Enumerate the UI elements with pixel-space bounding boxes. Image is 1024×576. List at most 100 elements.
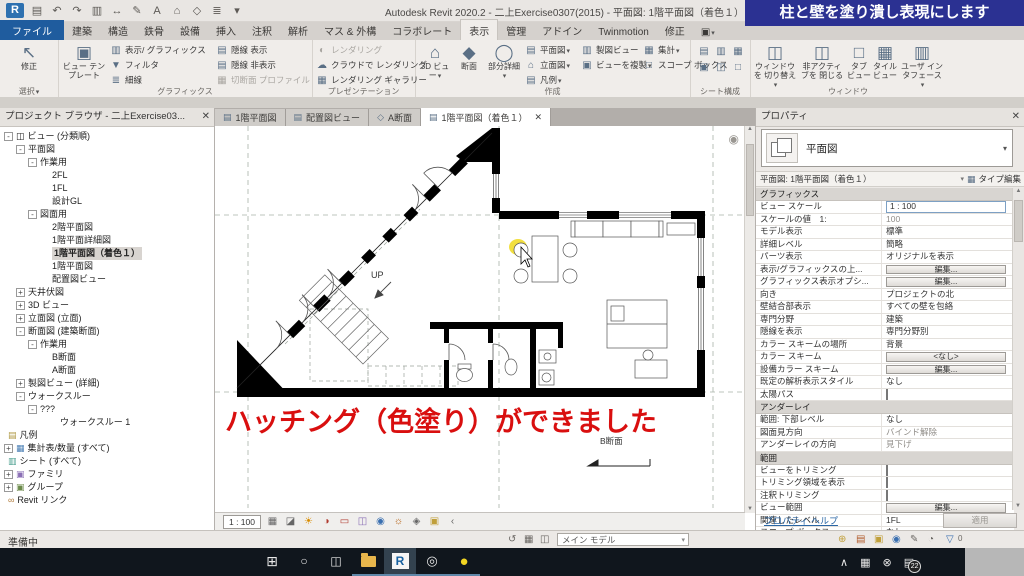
close-icon[interactable]: ✕	[1012, 108, 1020, 126]
reveal-constraints-icon[interactable]: ▣	[428, 516, 441, 527]
view-icon[interactable]: ◫	[540, 534, 549, 545]
tree-item[interactable]: 設計GL	[0, 195, 214, 208]
default-3d-view-icon[interactable]: ⌂	[170, 5, 184, 17]
tab-view[interactable]: 表示	[460, 19, 498, 40]
legends-button[interactable]: ▤ 凡例	[525, 73, 562, 87]
edit-button[interactable]: 編集...	[886, 265, 1006, 275]
type-selector[interactable]: 平面図 ▾	[761, 129, 1013, 167]
visibility-graphics-button[interactable]: ▥ 表示/ グラフィックス	[110, 43, 206, 57]
detail-level-icon[interactable]: ▦	[266, 516, 279, 527]
panel-create-label[interactable]: 作成	[415, 86, 690, 97]
checkbox[interactable]	[886, 465, 888, 476]
tree-item[interactable]: -図面用	[0, 208, 214, 221]
title-block-icon[interactable]: ▥	[715, 46, 727, 57]
tree-item[interactable]: 1階平面図	[0, 260, 214, 273]
sun-path-icon[interactable]: ☀	[302, 516, 315, 527]
editable-only-icon[interactable]: ✎	[910, 534, 918, 545]
user-interface-button[interactable]: ▥ ユーザ インタフェース	[900, 43, 944, 90]
panel-sheet-label[interactable]: シート構成	[690, 86, 750, 97]
cortana-button[interactable]: ○	[288, 548, 320, 576]
thin-lines-icon[interactable]: ≣	[210, 4, 224, 17]
checkbox[interactable]	[886, 477, 888, 488]
tree-item[interactable]: ∞Revit リンク	[0, 494, 214, 507]
filter-icon[interactable]: ▽	[946, 534, 954, 545]
schedules-button[interactable]: ▦ 集計	[643, 43, 680, 57]
tab-modify[interactable]: 修正	[657, 20, 693, 40]
tab-twinmotion[interactable]: Twinmotion	[590, 24, 657, 40]
tab-collaborate[interactable]: コラボレート	[384, 20, 460, 40]
visual-style-icon[interactable]: ◪	[284, 516, 297, 527]
shadows-icon[interactable]: ◑	[320, 516, 333, 527]
steering-wheel-icon[interactable]: ◉	[729, 132, 739, 146]
worksets-icon[interactable]: ⊕	[838, 534, 846, 545]
properties-help-link[interactable]: プロパティ ヘルプ	[764, 514, 838, 527]
edit-button[interactable]: 編集...	[886, 277, 1006, 287]
tree-item[interactable]: A断面	[0, 364, 214, 377]
chevron-down-icon[interactable]: ▾	[1003, 144, 1012, 153]
tab-annotate[interactable]: 注釈	[244, 20, 280, 40]
drawing-area[interactable]: UP B断面 ◉	[215, 126, 755, 530]
apply-button[interactable]: 適用	[943, 513, 1017, 528]
panel-select-label[interactable]: 選択	[0, 86, 58, 97]
tree-item[interactable]: 2階平面図	[0, 221, 214, 234]
close-icon[interactable]: ✕	[202, 108, 210, 126]
section-header[interactable]: アンダーレイ	[756, 401, 1014, 414]
thin-lines-button[interactable]: ≣ 細線	[110, 73, 142, 87]
plan-views-button[interactable]: ▤ 平面図	[525, 43, 570, 57]
view-tab-active[interactable]: ▤1階平面図（着色１）✕	[421, 108, 551, 126]
keyboard-icon[interactable]: ▦	[860, 556, 870, 569]
design-options-icon[interactable]: ▤	[856, 534, 865, 545]
analytical-model-icon[interactable]: ◈	[410, 516, 423, 527]
tree-item[interactable]: ▥シート (すべて)	[0, 455, 214, 468]
tray-close-icon[interactable]: ⊗	[882, 556, 891, 569]
edit-type-button[interactable]: タイプ編集	[978, 173, 1021, 185]
render-in-cloud-button[interactable]: ☁ クラウドで レンダリング	[316, 58, 427, 72]
color-scheme-button[interactable]: <なし>	[886, 352, 1006, 362]
view-scale-button[interactable]: 1 : 100	[223, 515, 261, 529]
render-gallery-button[interactable]: ▦ レンダリング ギャラリー	[316, 73, 427, 87]
obs-button[interactable]: ◎	[416, 548, 448, 576]
tree-item[interactable]: 配置図ビュー	[0, 273, 214, 286]
callout-button[interactable]: ◯ 部分詳細	[486, 43, 522, 81]
tree-item[interactable]: -断面図 (建築断面)	[0, 325, 214, 338]
tab-massing-site[interactable]: マス & 外構	[316, 20, 384, 40]
print-icon[interactable]: ▥	[90, 4, 104, 17]
tree-item[interactable]: -作業用	[0, 156, 214, 169]
close-icon[interactable]: ✕	[535, 112, 543, 123]
properties-scrollbar[interactable]: ▲▼	[1012, 188, 1024, 510]
matchline-icon[interactable]: □	[732, 62, 744, 73]
task-view-button[interactable]: ◫	[320, 548, 352, 576]
tab-systems[interactable]: 設備	[172, 20, 208, 40]
duplicate-view-button[interactable]: ▣ ビューを複製	[581, 58, 652, 72]
tab-analyze[interactable]: 解析	[280, 20, 316, 40]
text-icon[interactable]: A	[150, 5, 164, 17]
app-button[interactable]: ●	[448, 548, 480, 576]
filter-button[interactable]: ▼ フィルタ	[110, 58, 159, 72]
revit-logo-icon[interactable]: R	[6, 3, 24, 18]
remove-hidden-lines-button[interactable]: ▤ 隠線 非表示	[216, 58, 276, 72]
tree-item[interactable]: ▤凡例	[0, 429, 214, 442]
tree-item[interactable]: +3D ビュー	[0, 299, 214, 312]
view-tab[interactable]: ▤配置図ビュー	[286, 109, 370, 126]
tab-structure[interactable]: 構造	[100, 20, 136, 40]
revit-taskbar-button[interactable]: R	[384, 548, 416, 576]
tab-manage[interactable]: 管理	[498, 20, 534, 40]
guide-grid-icon[interactable]: ◫	[715, 62, 727, 73]
section-header[interactable]: 範囲	[756, 452, 1014, 465]
chevron-down-icon[interactable]: ▾	[960, 175, 964, 183]
undo-icon[interactable]: ↶	[50, 4, 64, 17]
panel-graphics-label[interactable]: グラフィックス	[58, 86, 312, 97]
edit-button[interactable]: 編集...	[886, 365, 1006, 375]
tree-item[interactable]: ウォークスルー 1	[0, 416, 214, 429]
undo-history-icon[interactable]: ↺	[508, 534, 516, 545]
worksharing-display-icon[interactable]: ◉	[892, 534, 901, 545]
collapse-icon[interactable]: ‹	[446, 516, 459, 527]
tree-item[interactable]: +▣ファミリ	[0, 468, 214, 481]
select-toggle-icon[interactable]: ◔	[928, 534, 934, 545]
view-tab[interactable]: ◇A断面	[369, 109, 421, 126]
redo-icon[interactable]: ↷	[70, 4, 84, 17]
tile-views-button[interactable]: ▦ タイル ビュー	[872, 43, 898, 80]
revisions-icon[interactable]: ▦	[732, 46, 744, 57]
canvas-vertical-scrollbar[interactable]: ▲▼	[744, 126, 755, 513]
instance-selector[interactable]: 平面図: 1階平面図（着色１） ▾ ▦ タイプ編集	[756, 171, 1024, 187]
